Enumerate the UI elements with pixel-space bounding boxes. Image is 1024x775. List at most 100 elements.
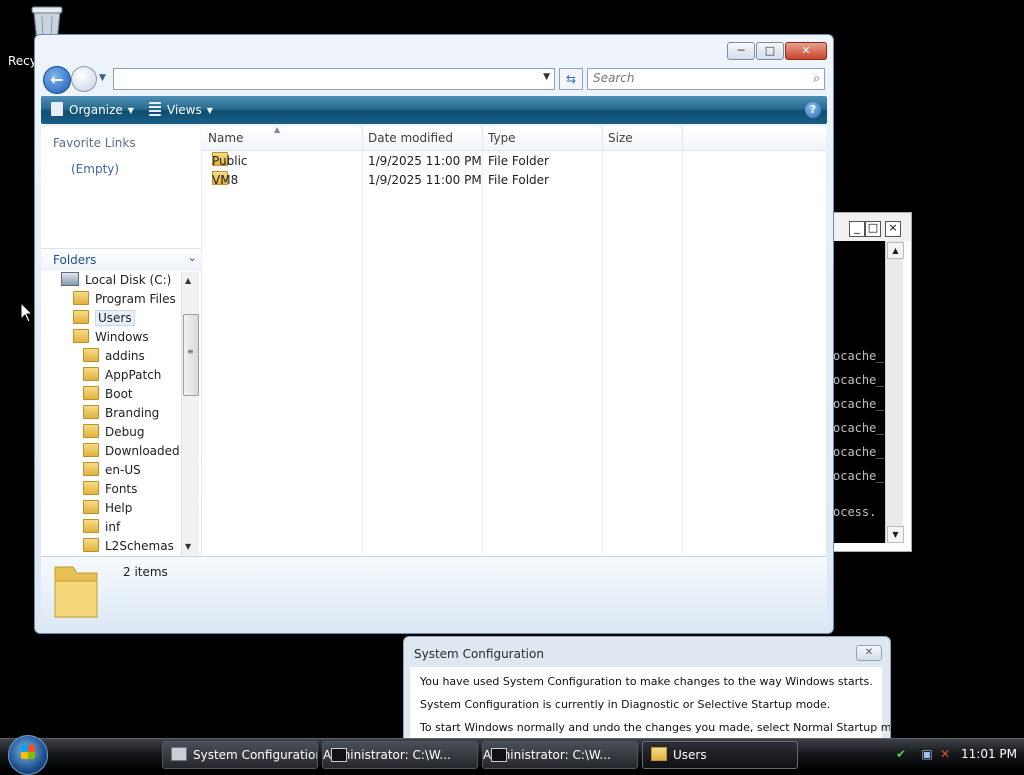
tree-item-branding[interactable]: Branding — [83, 405, 159, 424]
back-button[interactable]: ← — [43, 66, 71, 94]
recent-pages-dropdown[interactable]: ▼ — [99, 73, 106, 83]
tree-item-help[interactable]: Help — [83, 500, 132, 519]
console-window[interactable]: _ □ × ocache_ ocache_ ocache_ ocache_ oc… — [832, 212, 912, 552]
folder-icon — [83, 519, 99, 533]
folder-tree: Local Disk (C:) Program Files Users Wind… — [41, 272, 181, 556]
folder-tree-scrollbar[interactable]: ▲ ≡ ▼ — [181, 272, 199, 556]
forward-button[interactable] — [71, 66, 97, 92]
file-type: File Folder — [488, 154, 549, 168]
tree-item-boot[interactable]: Boot — [83, 386, 133, 405]
search-box[interactable]: ⌕ — [587, 68, 825, 90]
tree-item-debug[interactable]: Debug — [83, 424, 144, 443]
tree-item-inf[interactable]: inf — [83, 519, 120, 538]
search-icon[interactable]: ⌕ — [813, 71, 820, 86]
search-input[interactable] — [588, 69, 793, 87]
folders-title: Folders — [53, 253, 97, 267]
tree-item-label: Program Files — [95, 292, 176, 306]
taskbar-button-administrator-2[interactable]: Administrator: C:\W... — [482, 741, 638, 769]
scroll-up-icon[interactable]: ▲ — [887, 242, 904, 259]
cmd-icon — [331, 748, 347, 762]
console-line: ocache_ — [833, 349, 884, 363]
dialog-body: You have used System Configuration to ma… — [410, 667, 890, 747]
large-folder-icon — [54, 566, 98, 618]
tree-item-label: addins — [105, 349, 145, 363]
address-bar[interactable]: ▼ — [113, 68, 555, 90]
file-date: 1/9/2025 11:00 PM — [368, 154, 482, 168]
maximize-button[interactable]: □ — [756, 42, 784, 60]
console-minimize-button[interactable]: _ — [849, 221, 865, 237]
scroll-thumb[interactable]: ≡ — [183, 314, 199, 396]
sort-ascending-icon: ▲ — [274, 125, 281, 134]
scroll-up-icon[interactable]: ▲ — [185, 276, 191, 285]
tree-item-label: Help — [105, 501, 133, 515]
tree-item-en-us[interactable]: en-US — [83, 462, 141, 481]
tree-item-windows[interactable]: Windows — [73, 329, 149, 348]
column-divider — [362, 150, 363, 556]
tree-item-l2schemas[interactable]: L2Schemas — [83, 538, 174, 556]
clock[interactable]: 11:01 PM — [961, 747, 1017, 761]
folder-icon — [83, 462, 99, 476]
column-header-size[interactable]: Size — [602, 126, 683, 150]
folder-icon — [83, 538, 99, 552]
recycle-bin-label: Recy — [8, 54, 37, 68]
tree-item-fonts[interactable]: Fonts — [83, 481, 137, 500]
console-output: ocache_ ocache_ ocache_ ocache_ ocache_ … — [833, 241, 885, 543]
details-pane: 2 items — [41, 556, 827, 627]
console-line: ocache_ — [833, 421, 884, 435]
column-header-type[interactable]: Type — [482, 126, 603, 150]
tree-item-label: en-US — [105, 463, 141, 477]
console-maximize-button[interactable]: □ — [865, 221, 881, 237]
console-scrollbar[interactable]: ▲ ▼ — [885, 241, 904, 543]
column-header-name[interactable]: ▲ Name — [202, 125, 363, 150]
favorite-links-empty: (Empty) — [71, 162, 120, 176]
console-titlebar[interactable]: _ □ × — [833, 213, 911, 241]
minimize-button[interactable]: ─ — [727, 42, 755, 60]
close-button[interactable]: ✕ — [785, 42, 827, 60]
organize-button[interactable]: Organize ▼ — [51, 102, 134, 117]
scroll-down-icon[interactable]: ▼ — [887, 526, 904, 543]
tree-item-program-files[interactable]: Program Files — [73, 291, 176, 310]
arrow-left-icon: ← — [50, 70, 64, 89]
address-dropdown-icon[interactable]: ▼ — [543, 72, 550, 82]
refresh-button[interactable]: ⇆ — [559, 68, 583, 90]
windows-logo-icon — [21, 745, 35, 759]
column-header-row: ▲ Name Date modified Type Size — [202, 125, 826, 151]
folders-header[interactable]: Folders ⌄ — [41, 248, 201, 271]
taskbar-button-users[interactable]: Users — [642, 741, 798, 769]
tree-item-addins[interactable]: addins — [83, 348, 145, 367]
favorite-links-heading: Favorite Links — [53, 136, 136, 150]
scroll-down-icon[interactable]: ▼ — [185, 542, 191, 551]
folder-icon — [83, 424, 99, 438]
drive-icon — [61, 272, 79, 286]
file-row-public[interactable]: Public 1/9/2025 11:00 PM File Folder — [202, 152, 826, 171]
column-header-date-modified[interactable]: Date modified — [362, 126, 483, 150]
security-shield-icon[interactable]: ✔ — [894, 747, 908, 761]
chevron-down-icon[interactable]: ⌄ — [188, 251, 197, 264]
dialog-message: To start Windows normally and undo the c… — [420, 721, 891, 734]
file-list: ▲ Name Date modified Type Size Public 1/9… — [202, 125, 826, 556]
tree-item-apppatch[interactable]: AppPatch — [83, 367, 161, 386]
views-button[interactable]: Views ▼ — [149, 102, 213, 117]
taskbar-button-system-configuration[interactable]: System Configuration — [162, 741, 318, 769]
column-divider — [602, 150, 603, 556]
tree-item-label: Boot — [105, 387, 133, 401]
file-date: 1/9/2025 11:00 PM — [368, 173, 482, 187]
tree-item-users[interactable]: Users — [73, 310, 135, 329]
taskbar-button-label: System Configuration — [193, 748, 318, 762]
dialog-close-button[interactable]: ✕ — [856, 645, 882, 661]
tree-item-label: Debug — [105, 425, 145, 439]
tree-item-local-disk[interactable]: Local Disk (C:) — [61, 272, 171, 291]
console-line: ocache_ — [833, 469, 884, 483]
volume-muted-icon[interactable]: ✕ — [938, 747, 952, 761]
network-icon[interactable]: ▣ — [920, 747, 934, 761]
file-row-vm8[interactable]: VM8 1/9/2025 11:00 PM File Folder — [202, 171, 826, 190]
mouse-cursor-icon — [20, 302, 34, 323]
console-line: ocache_ — [833, 445, 884, 459]
tree-item-label: Branding — [105, 406, 160, 420]
help-icon[interactable]: ? — [805, 102, 821, 118]
tree-item-downloaded-program-files[interactable]: Downloaded P — [83, 443, 181, 462]
console-close-button[interactable]: × — [885, 221, 901, 237]
file-name: VM8 — [212, 173, 239, 187]
start-button[interactable] — [8, 735, 48, 775]
taskbar-button-administrator-1[interactable]: Administrator: C:\W... — [322, 741, 478, 769]
